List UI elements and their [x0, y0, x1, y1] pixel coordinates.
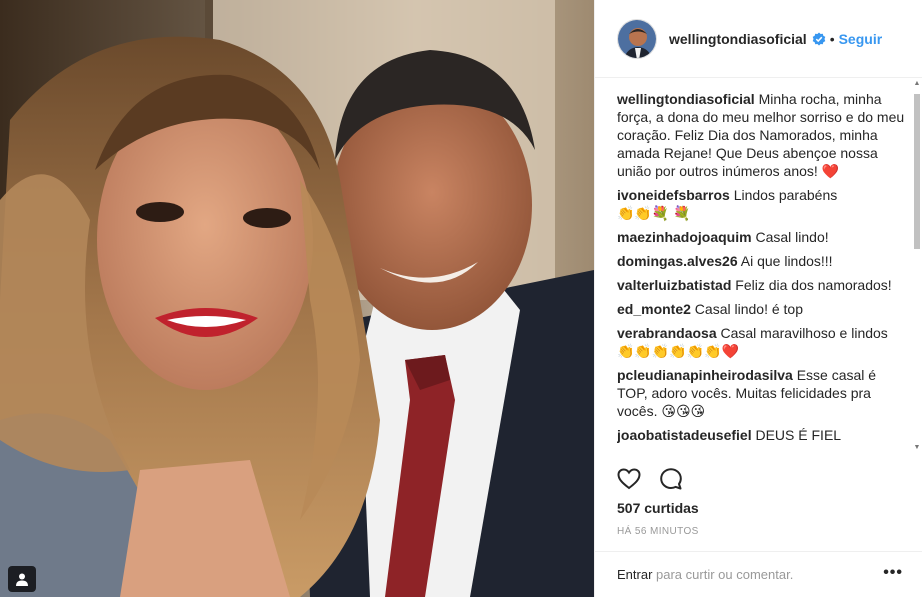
more-options-button[interactable]: ••• — [883, 564, 903, 582]
action-bar — [617, 467, 683, 491]
person-tag-icon — [16, 573, 28, 586]
comment-text: DEUS É FIEL — [751, 427, 842, 443]
heart-outline-icon[interactable] — [617, 467, 641, 491]
clap-heart-emoji-icon: 👏👏👏👏👏👏❤️ — [617, 343, 740, 359]
signin-prompt: Entrar para curtir ou comentar. — [617, 567, 793, 582]
caption: wellingtondiasoficial Minha rocha, minha… — [617, 90, 907, 180]
speech-bubble-icon[interactable] — [659, 467, 683, 491]
clap-flower-emoji-icon: 👏👏💐 💐 — [617, 205, 691, 221]
list-item: ed_monte2 Casal lindo! é top — [617, 300, 907, 318]
separator-dot: • — [829, 30, 835, 47]
post-photo[interactable] — [0, 0, 594, 597]
comment-text: Casal lindo! é top — [690, 301, 803, 317]
comment-username[interactable]: maezinhadojoaquim — [617, 229, 752, 245]
signin-link[interactable]: Entrar — [617, 567, 652, 582]
comment-text: Lindos parabéns — [729, 187, 838, 203]
comment-text: Feliz dia dos namorados! — [731, 277, 892, 293]
list-item: verabrandaosa Casal maravilhoso e lindos… — [617, 324, 907, 360]
likes-count[interactable]: 507 curtidas — [617, 500, 699, 516]
comment-username[interactable]: joaobatistadeusefiel — [617, 427, 752, 443]
tag-people-button[interactable] — [8, 566, 36, 592]
post-header: wellingtondiasoficial • Seguir — [595, 0, 922, 78]
verified-badge-icon — [812, 32, 825, 45]
instagram-post-view: wellingtondiasoficial • Seguir wellingto… — [0, 0, 922, 597]
scroll-up-icon[interactable]: ▲ — [913, 80, 921, 90]
follow-button[interactable]: Seguir — [839, 31, 883, 47]
list-item: valterluizbatistad Feliz dia dos namorad… — [617, 276, 907, 294]
post-timestamp[interactable]: HÁ 56 MINUTOS — [617, 526, 699, 537]
comment-username[interactable]: verabrandaosa — [617, 325, 717, 341]
add-comment-bar: Entrar para curtir ou comentar. ••• — [595, 551, 922, 597]
list-item: maezinhadojoaquim Casal lindo! — [617, 228, 907, 246]
comment-username[interactable]: valterluizbatistad — [617, 277, 731, 293]
comment-username[interactable]: domingas.alves26 — [617, 253, 738, 269]
scrollbar-thumb[interactable] — [914, 94, 920, 249]
comment-username[interactable]: pcleudianapinheirodasilva — [617, 367, 793, 383]
comments-list[interactable]: wellingtondiasoficial Minha rocha, minha… — [617, 90, 907, 456]
signin-text: para curtir ou comentar. — [652, 567, 794, 582]
comment-username[interactable]: wellingtondiasoficial — [617, 91, 755, 107]
comment-text: Ai que lindos!!! — [737, 253, 833, 269]
avatar[interactable] — [617, 18, 657, 59]
list-item: joaobatistadeusefiel DEUS É FIEL — [617, 426, 907, 444]
list-item: pcleudianapinheirodasilva Esse casal é T… — [617, 366, 907, 420]
avatar-image — [618, 19, 656, 58]
comment-username[interactable]: ivoneidefsbarros — [617, 187, 730, 203]
comments-scrollbar[interactable]: ▲ ▼ — [913, 78, 921, 458]
heart-emoji-icon: ❤️ — [821, 163, 840, 179]
header-username[interactable]: wellingtondiasoficial — [669, 31, 807, 47]
list-item: ivoneidefsbarros Lindos parabéns 👏👏💐 💐 — [617, 186, 907, 222]
post-sidebar: wellingtondiasoficial • Seguir wellingto… — [594, 0, 922, 597]
list-item: domingas.alves26 Ai que lindos!!! — [617, 252, 907, 270]
comment-username[interactable]: ed_monte2 — [617, 301, 691, 317]
scroll-down-icon[interactable]: ▼ — [913, 444, 921, 454]
comment-text: Casal maravilhoso e lindos — [716, 325, 888, 341]
kiss-emoji-icon: 😘😘😘 — [661, 403, 706, 419]
couple-selfie-image — [0, 0, 594, 597]
comment-text: Casal lindo! — [751, 229, 829, 245]
